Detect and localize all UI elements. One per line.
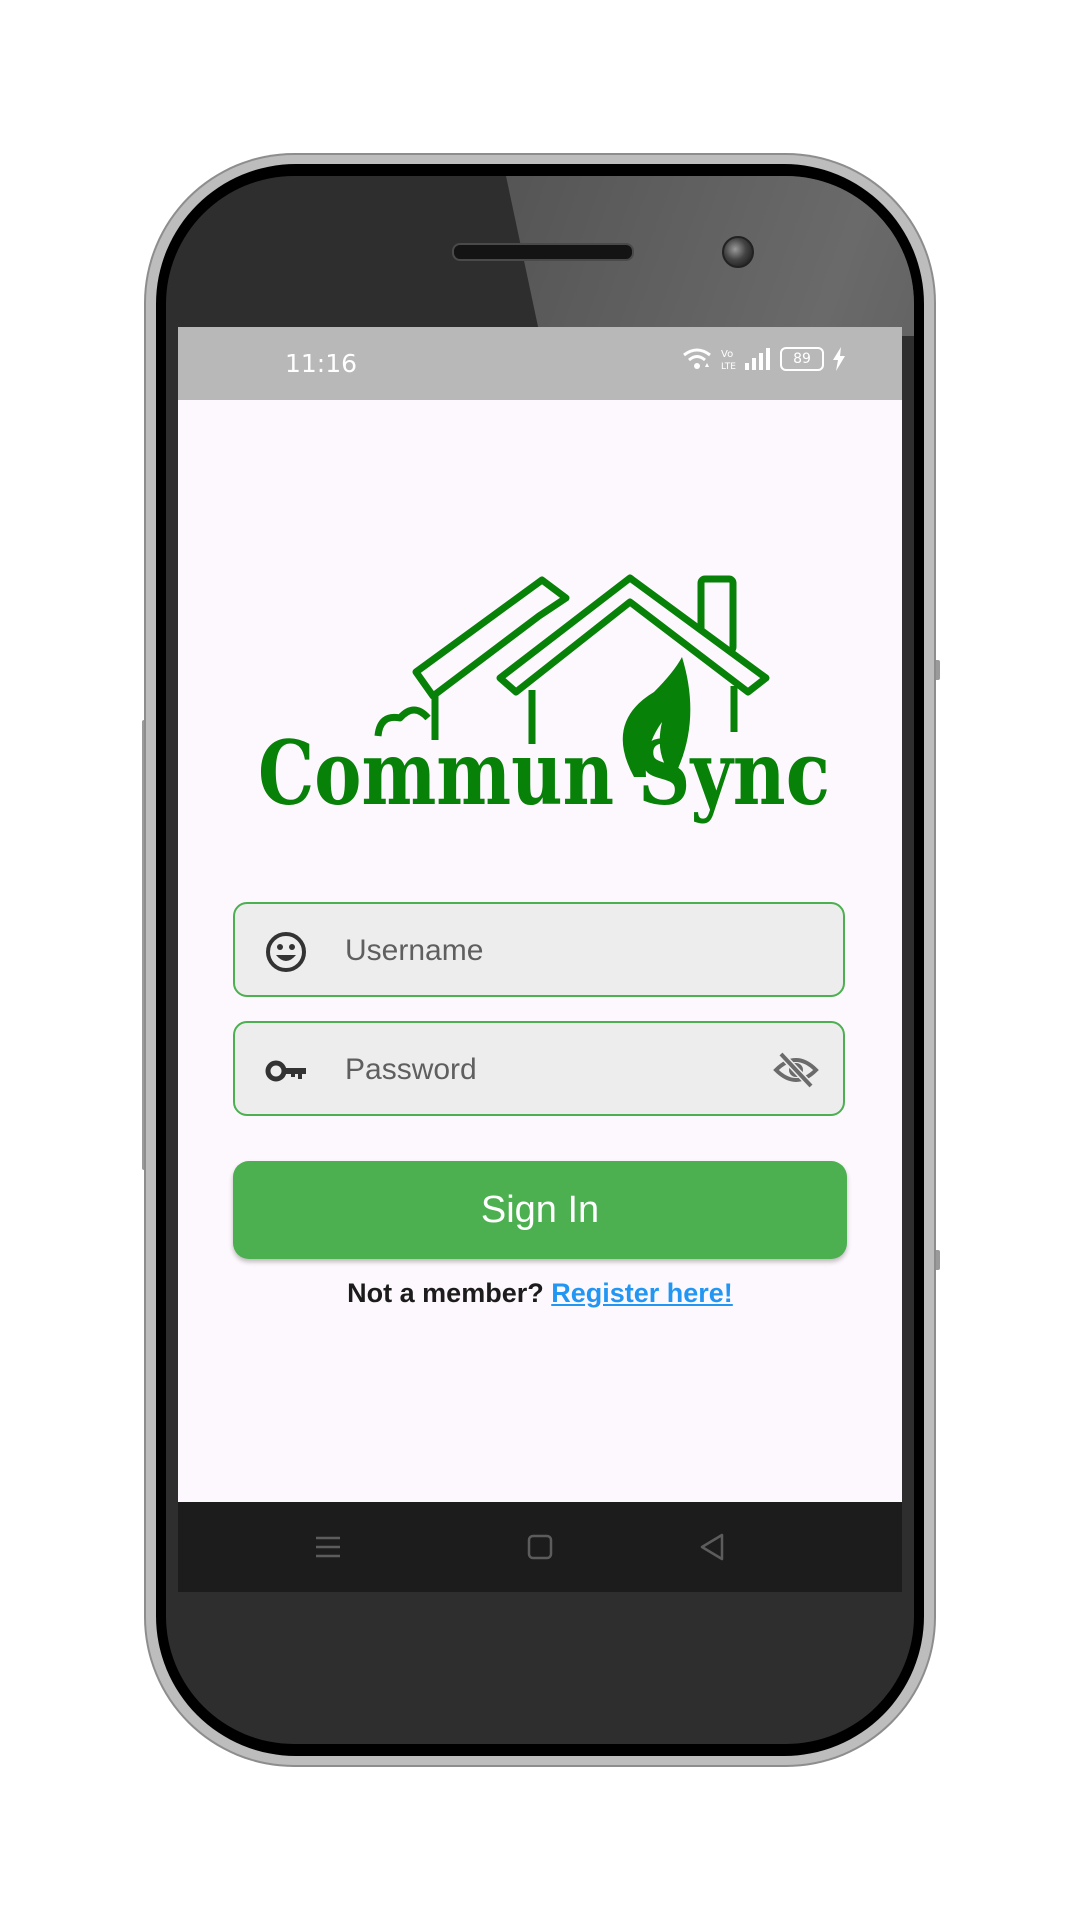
home-icon[interactable] <box>523 1530 557 1564</box>
register-link[interactable]: Register here! <box>551 1278 733 1308</box>
username-input[interactable] <box>343 904 767 997</box>
status-bar: 11:16 Vo LTE 89 <box>178 327 902 400</box>
battery-icon: 89 <box>780 347 824 371</box>
sign-in-button[interactable]: Sign In <box>233 1161 847 1259</box>
navigation-bar <box>178 1502 902 1592</box>
key-icon <box>265 1060 306 1082</box>
communsync-logo: Commun Sync <box>258 574 830 825</box>
smiley-icon <box>266 932 306 972</box>
menu-icon[interactable] <box>311 1530 345 1564</box>
login-content: Commun Sync Username Sign In Not a membe… <box>178 400 902 1520</box>
status-icons: Vo LTE 89 <box>682 347 846 371</box>
wifi-icon <box>683 348 711 369</box>
side-button-right-bottom <box>934 1250 940 1270</box>
svg-text:LTE: LTE <box>721 362 736 371</box>
register-prompt-row: Not a member? Register here! <box>178 1278 902 1309</box>
signal-icon <box>745 348 770 370</box>
volte-icon: Vo LTE <box>721 349 736 371</box>
front-camera <box>722 236 754 268</box>
password-field[interactable] <box>233 1021 845 1116</box>
brand-name-part1: Commun <box>258 721 614 825</box>
side-button-right-top <box>934 660 940 680</box>
earpiece-speaker <box>452 243 634 261</box>
register-prompt: Not a member? <box>347 1278 544 1308</box>
password-input[interactable] <box>343 1023 767 1116</box>
svg-text:Vo: Vo <box>721 349 733 360</box>
charging-icon <box>833 347 845 371</box>
battery-level: 89 <box>793 351 811 367</box>
username-field[interactable] <box>233 902 845 997</box>
brand-name-part2: Sync <box>638 721 830 825</box>
back-icon[interactable] <box>696 1530 730 1564</box>
phone-screen: 11:16 Vo LTE 89 Commun Sync Username Sig… <box>178 327 902 1592</box>
eye-off-icon[interactable] <box>773 1051 819 1089</box>
stage: 11:16 Vo LTE 89 Commun Sync Username Sig… <box>0 0 1080 1920</box>
status-time: 11:16 <box>285 349 358 378</box>
